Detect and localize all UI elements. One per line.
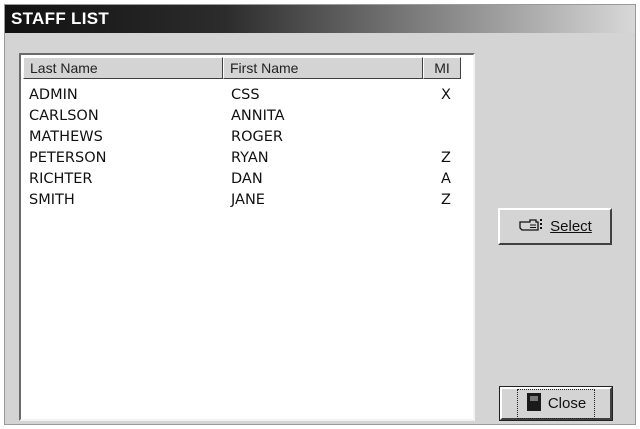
column-header-mi[interactable]: MI <box>423 57 461 79</box>
close-button[interactable]: Close <box>499 386 613 421</box>
staff-list-window: STAFF LIST Last Name First Name MI ADMIN… <box>4 4 636 425</box>
select-button-label: Select <box>550 218 592 235</box>
last-name-cell: RICHTER <box>29 171 93 187</box>
last-name-cell: MATHEWS <box>29 129 103 145</box>
list-item[interactable]: PETERSON RYAN Z <box>21 148 471 169</box>
first-name-cell: DAN <box>231 171 263 187</box>
column-header-first-name[interactable]: First Name <box>223 57 423 79</box>
last-name-cell: ADMIN <box>29 87 78 103</box>
door-icon <box>526 392 542 416</box>
list-header: Last Name First Name MI <box>23 57 461 79</box>
close-button-label: Close <box>547 395 587 412</box>
mi-cell: Z <box>441 192 451 208</box>
column-header-last-name[interactable]: Last Name <box>23 57 223 79</box>
last-name-cell: PETERSON <box>29 150 107 166</box>
close-button-focus: Close <box>516 388 596 419</box>
list-rows: ADMIN CSS X CARLSON ANNITA MATHEWS ROGER… <box>21 85 471 211</box>
list-item[interactable]: MATHEWS ROGER <box>21 127 471 148</box>
mi-cell: A <box>441 171 451 187</box>
last-name-cell: SMITH <box>29 192 75 208</box>
title-bar[interactable]: STAFF LIST <box>5 5 635 33</box>
first-name-cell: ANNITA <box>231 108 285 124</box>
staff-listbox[interactable]: Last Name First Name MI ADMIN CSS X CARL… <box>19 53 475 421</box>
first-name-cell: RYAN <box>231 150 269 166</box>
list-item[interactable]: RICHTER DAN A <box>21 169 471 190</box>
select-button[interactable]: Select <box>498 208 612 245</box>
first-name-cell: ROGER <box>231 129 283 145</box>
first-name-cell: CSS <box>231 87 260 103</box>
last-name-cell: CARLSON <box>29 108 99 124</box>
mi-cell: X <box>441 87 451 103</box>
first-name-cell: JANE <box>231 192 265 208</box>
list-item[interactable]: CARLSON ANNITA <box>21 106 471 127</box>
window-title: STAFF LIST <box>11 9 110 28</box>
mi-cell: Z <box>441 150 451 166</box>
pointing-hand-icon <box>518 216 544 238</box>
list-item[interactable]: SMITH JANE Z <box>21 190 471 211</box>
list-item[interactable]: ADMIN CSS X <box>21 85 471 106</box>
